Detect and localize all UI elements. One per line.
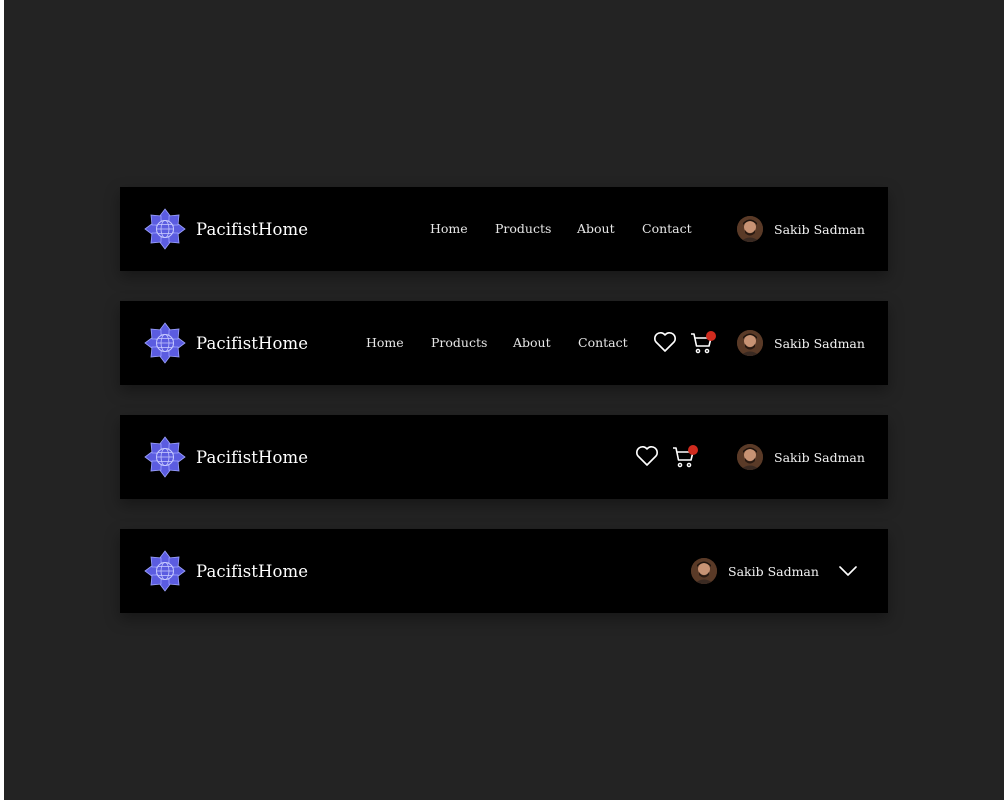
brand[interactable]: PacifistHome	[144, 550, 308, 592]
cart-button[interactable]	[672, 445, 700, 471]
brand-name: PacifistHome	[196, 561, 309, 581]
flower-globe-logo-icon	[144, 208, 186, 250]
nav-link-home[interactable]: Home	[430, 187, 468, 271]
user-name: Sakib Sadman	[774, 449, 865, 465]
nav-link-contact[interactable]: Contact	[578, 301, 628, 385]
user-profile[interactable]: Sakib Sadman	[737, 330, 865, 356]
navbar-icons-and-user: PacifistHome Sakib Sadman	[120, 415, 888, 499]
navbar-links-and-user: PacifistHome Home Products About Contact…	[120, 187, 888, 271]
nav-link-about[interactable]: About	[513, 301, 551, 385]
canvas: PacifistHome Home Products About Contact…	[4, 0, 1004, 800]
user-avatar-icon	[737, 330, 763, 356]
cart-button[interactable]	[690, 331, 718, 357]
flower-globe-logo-icon	[144, 550, 186, 592]
nav-link-products[interactable]: Products	[431, 301, 487, 385]
brand[interactable]: PacifistHome	[144, 322, 308, 364]
user-profile[interactable]: Sakib Sadman	[691, 558, 819, 584]
navbar-user-dropdown: PacifistHome Sakib Sadman	[120, 529, 888, 613]
nav-link-home[interactable]: Home	[366, 301, 404, 385]
brand[interactable]: PacifistHome	[144, 436, 308, 478]
user-profile[interactable]: Sakib Sadman	[737, 216, 865, 242]
brand-name: PacifistHome	[196, 447, 309, 467]
user-avatar-icon	[737, 444, 763, 470]
user-name: Sakib Sadman	[728, 563, 819, 579]
flower-globe-logo-icon	[144, 322, 186, 364]
brand-name: PacifistHome	[196, 333, 309, 353]
user-profile[interactable]: Sakib Sadman	[737, 444, 865, 470]
brand-name: PacifistHome	[196, 219, 309, 239]
flower-globe-logo-icon	[144, 436, 186, 478]
chevron-down-icon[interactable]	[839, 565, 857, 577]
cart-badge	[688, 445, 698, 455]
user-name: Sakib Sadman	[774, 335, 865, 351]
user-avatar-icon	[691, 558, 717, 584]
nav-link-about[interactable]: About	[577, 187, 615, 271]
nav-link-products[interactable]: Products	[495, 187, 551, 271]
heart-icon[interactable]	[653, 331, 677, 353]
heart-icon[interactable]	[635, 445, 659, 467]
user-avatar-icon	[737, 216, 763, 242]
navbar-links-icons-and-user: PacifistHome Home Products About Contact	[120, 301, 888, 385]
brand[interactable]: PacifistHome	[144, 208, 308, 250]
cart-badge	[706, 331, 716, 341]
user-name: Sakib Sadman	[774, 221, 865, 237]
nav-link-contact[interactable]: Contact	[642, 187, 692, 271]
